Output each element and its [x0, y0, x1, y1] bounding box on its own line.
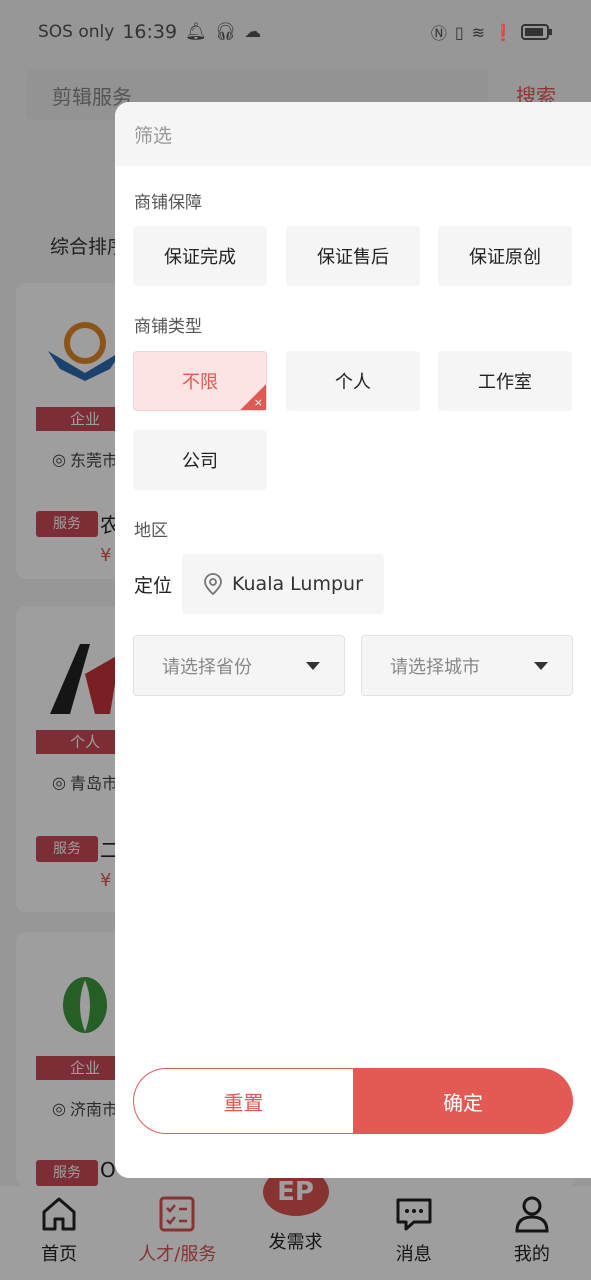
caret-down-icon	[306, 662, 320, 670]
selected-check-icon: ×	[240, 384, 266, 410]
clock: 16:39	[122, 21, 178, 43]
cloud-icon: ☁	[244, 22, 262, 42]
status-bar: SOS only 16:39 🔔︎ 🎧︎ ☁ Ⓝ ▯ ≋ ❗	[0, 0, 591, 64]
option-type-unlimited[interactable]: 不限 ×	[133, 351, 267, 411]
guarantee-section-title: 商铺保障	[134, 193, 202, 213]
wifi-icon: ≋	[471, 22, 486, 42]
alert-icon: ❗	[493, 22, 513, 42]
reset-button[interactable]: 重置	[133, 1068, 353, 1134]
option-guarantee-completion[interactable]: 保证完成	[133, 226, 267, 286]
shop-type-section-title: 商铺类型	[134, 317, 202, 337]
location-label: 定位	[134, 575, 173, 597]
filter-drawer: 筛选 商铺保障 保证完成 保证售后 保证原创 商铺类型 不限 × 个人 工作室 …	[115, 102, 591, 1178]
province-select[interactable]: 请选择省份	[133, 635, 345, 696]
filter-title: 筛选	[115, 102, 591, 166]
option-type-company[interactable]: 公司	[133, 430, 267, 490]
location-button[interactable]: Kuala Lumpur	[182, 554, 384, 614]
option-guarantee-aftersales[interactable]: 保证售后	[286, 226, 420, 286]
option-guarantee-original[interactable]: 保证原创	[438, 226, 572, 286]
bell-icon: 🔔︎	[185, 22, 207, 42]
carrier-text: SOS only	[38, 22, 115, 42]
confirm-button[interactable]: 确定	[353, 1068, 573, 1134]
option-type-studio[interactable]: 工作室	[438, 351, 572, 411]
vibrate-icon: ▯	[454, 22, 464, 42]
battery-icon	[521, 24, 552, 40]
city-select[interactable]: 请选择城市	[361, 635, 573, 696]
option-type-individual[interactable]: 个人	[286, 351, 420, 411]
location-pin-icon	[204, 573, 222, 595]
caret-down-icon	[534, 662, 548, 670]
region-section-title: 地区	[134, 521, 168, 541]
nfc-icon: Ⓝ	[430, 24, 447, 43]
location-value: Kuala Lumpur	[232, 573, 363, 595]
headphones-icon: 🎧︎	[214, 22, 237, 42]
